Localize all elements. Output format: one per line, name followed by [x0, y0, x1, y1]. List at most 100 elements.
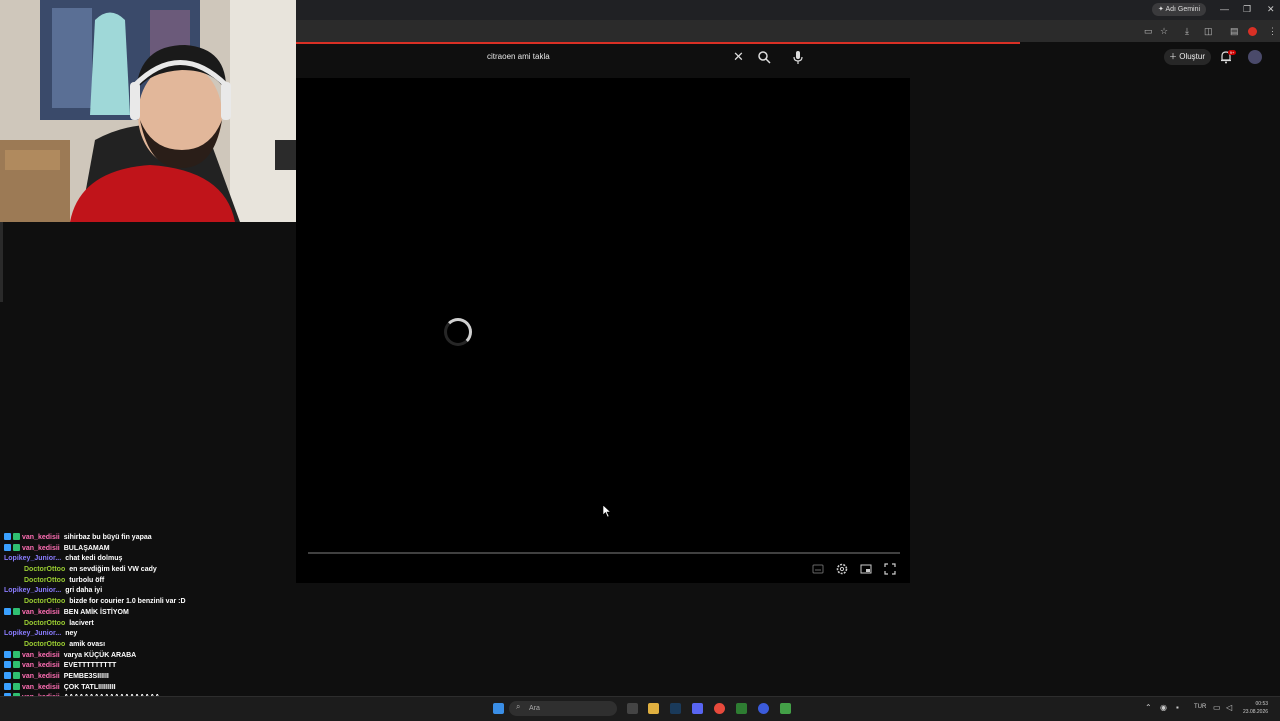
discord-icon[interactable] — [692, 703, 703, 714]
loading-spinner-icon — [444, 318, 472, 346]
streamer-webcam — [0, 0, 296, 222]
profile-icon[interactable] — [1248, 27, 1257, 36]
minimize-icon[interactable]: — — [1220, 3, 1229, 15]
chat-badge-icon — [13, 543, 20, 551]
app-icon[interactable] — [736, 703, 747, 714]
chat-username[interactable]: DoctorOttoo — [24, 620, 65, 627]
gemini-button[interactable]: ✦ Adı Gemini — [1152, 3, 1207, 16]
chat-text: EVETTTTTTTTT — [63, 662, 117, 670]
restore-icon[interactable]: ❐ — [1243, 3, 1251, 15]
chat-text: gri daha iyi — [65, 587, 103, 595]
tray-chevron-icon[interactable]: ⌃ — [1145, 703, 1152, 712]
subscriber-badge-icon — [4, 682, 11, 690]
plus-icon: ＋ — [1169, 52, 1180, 61]
chat-message: van_kedisii BEN AMİK İSTİYOM — [4, 607, 304, 619]
chat-username[interactable]: van_kedisii — [22, 662, 60, 669]
chat-username[interactable]: van_kedisii — [22, 534, 60, 541]
chat-message: DoctorOttoo lacivert — [4, 619, 304, 630]
taskbar-search-placeholder: Ara — [529, 705, 540, 712]
chat-message: DoctorOttoo turbolu öff — [4, 576, 304, 587]
chat-text: bizde for courier 1.0 benzinli var :D — [69, 598, 186, 606]
desktop-edge — [0, 222, 3, 302]
fullscreen-icon[interactable] — [883, 562, 897, 576]
start-icon[interactable] — [493, 703, 504, 714]
network-icon[interactable]: ▭ — [1213, 703, 1221, 712]
chat-message: van_kedisii ÇOK TATLIIIIIIIII — [4, 682, 304, 694]
account-avatar[interactable] — [1248, 50, 1262, 64]
tray-shield-icon[interactable]: ▪ — [1176, 703, 1179, 712]
close-icon[interactable]: ✕ — [1267, 3, 1275, 15]
file-explorer-icon[interactable] — [648, 703, 659, 714]
seek-bar[interactable] — [308, 552, 900, 554]
page-load-progress — [296, 42, 1020, 44]
search-icon[interactable] — [757, 50, 771, 64]
chat-text: en sevdiğim kedi VW cady — [69, 566, 157, 574]
subscriber-badge-icon — [4, 650, 11, 658]
subscriber-badge-icon — [4, 607, 11, 615]
task-view-icon[interactable] — [627, 703, 638, 714]
chat-text: lacivert — [69, 619, 94, 627]
microphone-icon[interactable] — [791, 49, 805, 65]
gemini-label: Adı Gemini — [1165, 6, 1201, 13]
chat-username[interactable]: DoctorOttoo — [24, 641, 65, 648]
notification-badge: 9+ — [1228, 50, 1236, 55]
chat-message: Lopikey_Junior... ney — [4, 629, 304, 640]
chat-message: van_kedisii sihirbaz bu büyü fin yapaa — [4, 533, 304, 544]
chat-text: amik ovası — [69, 640, 106, 648]
subtitles-icon[interactable] — [811, 562, 825, 576]
search-input[interactable]: citraoen ami takla — [487, 52, 550, 61]
tray-app-icon[interactable]: ◉ — [1160, 703, 1167, 712]
chat-message: van_kedisii varya KÜÇÜK ARABA — [4, 650, 304, 662]
windows-taskbar: ⌕ Ara ⌃ ◉ ▪ TUR ▭ ◁ 00:53 23.08.2026 — [0, 696, 1280, 721]
clear-search-icon[interactable]: ✕ — [733, 49, 744, 65]
miniplayer-icon[interactable] — [859, 562, 873, 576]
chat-text: BULAŞAMAM — [63, 544, 110, 552]
subscriber-badge-icon — [4, 543, 11, 551]
spreadsheet-icon[interactable] — [780, 703, 791, 714]
create-button[interactable]: ＋ Oluştur — [1164, 49, 1212, 65]
stream-chat: van_kedisii sihirbaz bu büyü fin yapaa van… — [4, 533, 304, 715]
chat-badge-icon — [13, 607, 20, 615]
chat-message: Lopikey_Junior... chat kedi dolmuş — [4, 554, 304, 565]
chat-username[interactable]: DoctorOttoo — [24, 598, 65, 605]
create-label: Oluştur — [1179, 52, 1206, 61]
chat-username[interactable]: Lopikey_Junior... — [4, 630, 61, 637]
chat-message: van_kedisii EVETTTTTTTTT — [4, 661, 304, 672]
chat-text: turbolu öff — [69, 576, 105, 584]
taskbar-search[interactable]: ⌕ Ara — [509, 701, 617, 716]
menu-icon[interactable]: ⋮ — [1268, 26, 1277, 36]
chat-text: sihirbaz bu büyü fin yapaa — [63, 534, 152, 541]
chat-username[interactable]: van_kedisii — [22, 673, 60, 680]
chat-message: van_kedisii BULAŞAMAM — [4, 543, 304, 555]
chat-text: BEN AMİK İSTİYOM — [63, 608, 129, 616]
chat-text: PEMBE3SIIIIII — [63, 672, 109, 680]
chat-username[interactable]: van_kedisii — [22, 609, 60, 616]
bookmark-star-icon[interactable]: ☆ — [1160, 26, 1168, 36]
chat-text: chat kedi dolmuş — [65, 555, 123, 563]
subscriber-badge-icon — [4, 661, 11, 669]
volume-icon[interactable]: ◁ — [1226, 703, 1232, 712]
chat-username[interactable]: van_kedisii — [22, 684, 60, 691]
extensions-icon[interactable]: ◫ — [1204, 26, 1213, 36]
steam-icon[interactable] — [670, 703, 681, 714]
chrome-icon[interactable] — [714, 703, 725, 714]
subscriber-badge-icon — [4, 533, 11, 540]
input-language[interactable]: TUR — [1194, 704, 1206, 710]
chat-username[interactable]: van_kedisii — [22, 545, 60, 552]
chat-username[interactable]: Lopikey_Junior... — [4, 555, 61, 562]
chat-username[interactable]: DoctorOttoo — [24, 566, 65, 573]
sidepanel-icon[interactable]: ▤ — [1230, 26, 1239, 36]
clock-date: 23.08.2026 — [1243, 709, 1269, 715]
chat-username[interactable]: Lopikey_Junior... — [4, 587, 61, 594]
cast-icon[interactable]: ▭ — [1144, 26, 1153, 36]
chat-text: ÇOK TATLIIIIIIIII — [63, 683, 116, 691]
webcam-image — [0, 0, 296, 222]
search-box[interactable]: citraoen ami takla ✕ — [480, 47, 750, 67]
download-icon[interactable]: ⤓ — [1185, 26, 1189, 36]
chat-username[interactable]: DoctorOttoo — [24, 577, 65, 584]
chat-badge-icon — [13, 533, 20, 540]
obs-icon[interactable] — [758, 703, 769, 714]
settings-gear-icon[interactable] — [835, 562, 849, 576]
system-clock[interactable]: 00:53 23.08.2026 — [1243, 700, 1268, 716]
chat-username[interactable]: van_kedisii — [22, 652, 60, 659]
